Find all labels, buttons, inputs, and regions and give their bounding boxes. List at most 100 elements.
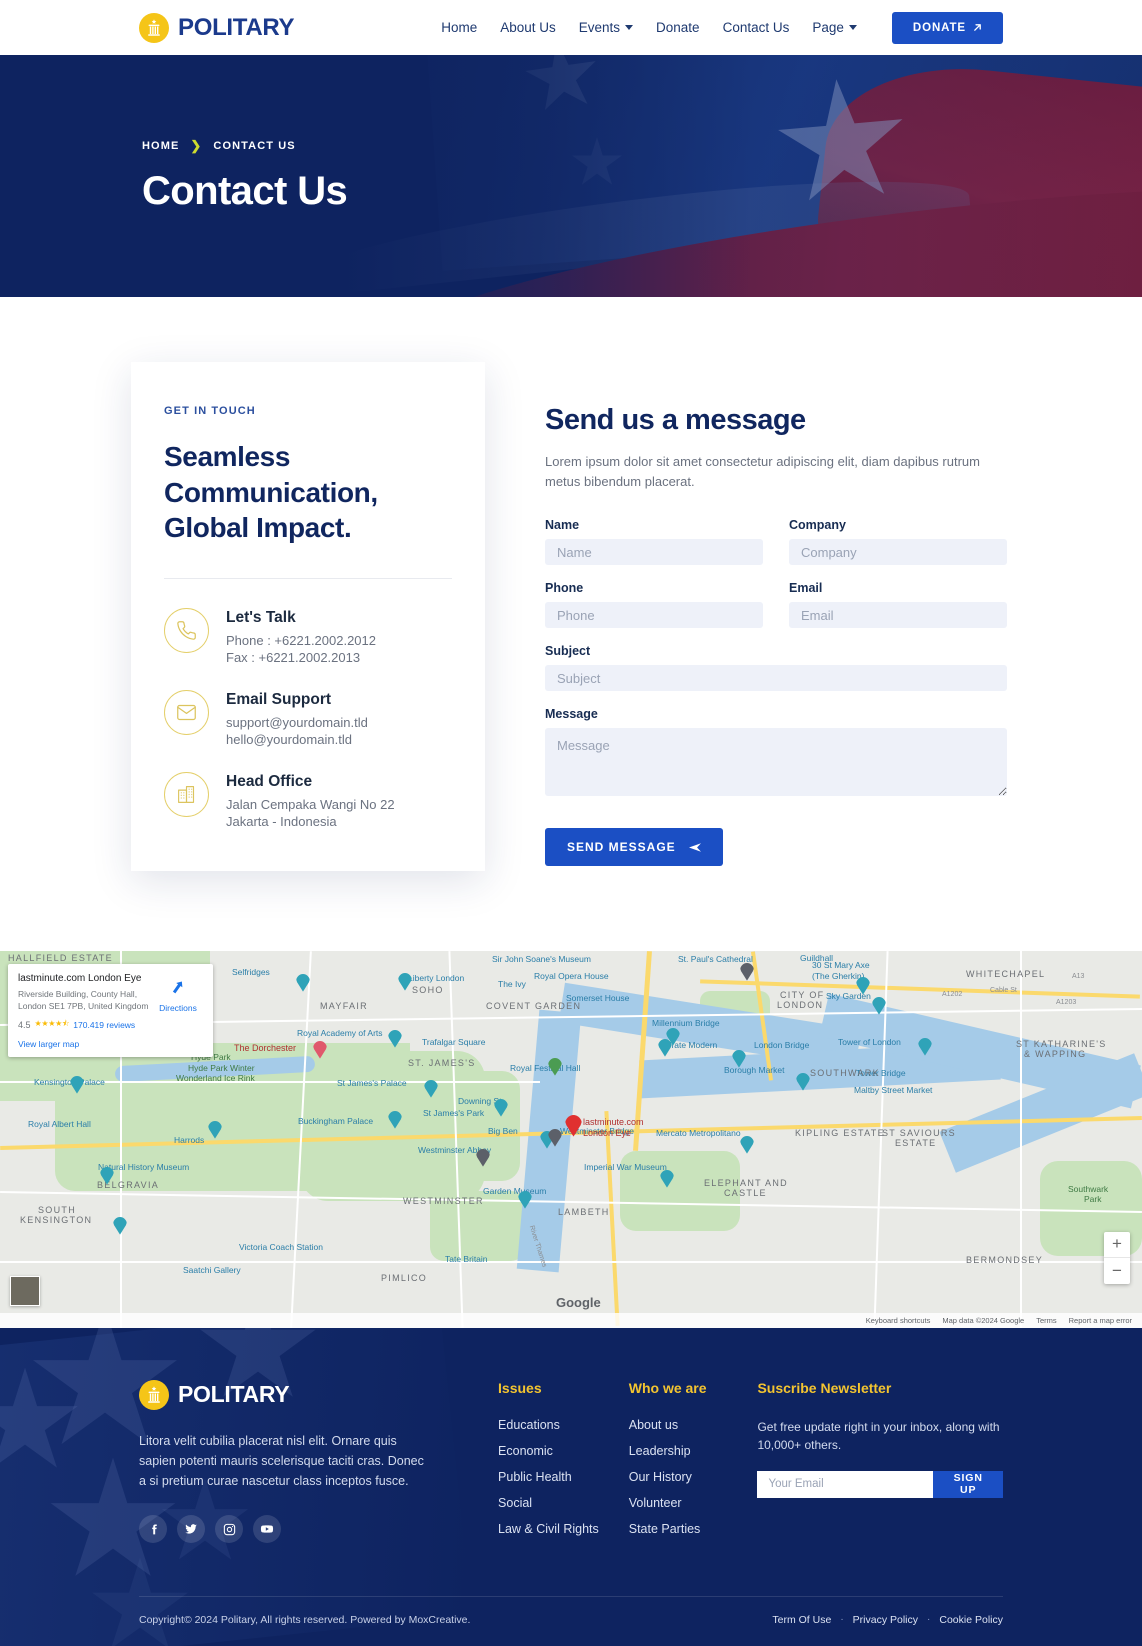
footer-link[interactable]: State Parties	[629, 1522, 758, 1536]
directions-button[interactable]: Directions	[155, 978, 201, 1013]
field-group-email: Email	[789, 581, 1007, 629]
map-label: LAMBETH	[558, 1206, 610, 1217]
nav-item-home[interactable]: Home	[441, 20, 477, 35]
newsletter-signup-button[interactable]: SIGN UP	[933, 1470, 1003, 1498]
zoom-in-button[interactable]: +	[1104, 1232, 1130, 1258]
map-marker-label: London Eye	[583, 1127, 632, 1138]
footer-column-heading: Who we are	[628, 1379, 707, 1396]
footer-link[interactable]: About us	[629, 1418, 758, 1432]
contact-info-line: Phone : +6221.2002.2012	[226, 632, 377, 648]
nav-item-donate[interactable]: Donate	[656, 20, 700, 35]
footer-brand-column: POLITARY Litora velit cubilia placerat n…	[139, 1379, 436, 1548]
map-label: Kensington Palace	[34, 1076, 105, 1087]
contact-form: Send us a message Lorem ipsum dolor sit …	[545, 362, 1007, 871]
newsletter-email-input[interactable]	[757, 1470, 934, 1498]
page-title: Contact Us	[142, 169, 348, 213]
message-textarea[interactable]	[545, 728, 1007, 797]
map-label: SOUTH	[38, 1204, 76, 1215]
view-larger-map-link[interactable]: View larger map	[18, 1039, 203, 1049]
map-label: CITY OF	[780, 989, 825, 1000]
map-label: ST KATHARINE'S	[1016, 1038, 1107, 1049]
legal-links: Term Of Use · Privacy Policy · Cookie Po…	[772, 1614, 1003, 1626]
twitter-icon[interactable]	[177, 1515, 205, 1544]
footer-brand[interactable]: POLITARY	[139, 1379, 436, 1410]
nav-item-about-us[interactable]: About Us	[500, 20, 556, 35]
map-label: St James's Palace	[337, 1077, 407, 1088]
cookie-policy-link[interactable]: Cookie Policy	[939, 1614, 1003, 1626]
contact-info-title: Let's Talk	[226, 608, 296, 626]
email-input[interactable]	[789, 602, 1007, 629]
footer-link[interactable]: Volunteer	[629, 1496, 758, 1510]
phone-input[interactable]	[545, 602, 763, 629]
page-root: POLITARY Home About Us Events Donate Con…	[0, 0, 1142, 1646]
contact-info-line: Jakarta - Indonesia	[226, 814, 337, 830]
location-map[interactable]: HALLFIELD ESTATE Selfridges Liberty Lond…	[0, 950, 1142, 1328]
map-label: CASTLE	[724, 1187, 767, 1198]
form-title: Send us a message	[545, 404, 806, 436]
map-label: & WAPPING	[1024, 1048, 1087, 1059]
footer-link[interactable]: Our History	[629, 1470, 758, 1484]
street-view-thumbnail[interactable]	[10, 1275, 40, 1306]
map-label: 30 St Mary Axe	[812, 959, 870, 970]
map-label: Tate Britain	[445, 1253, 488, 1264]
name-label: Name	[545, 518, 580, 533]
footer-brand-name: POLITARY	[178, 1381, 290, 1408]
breadcrumb-home[interactable]: HOME	[142, 140, 179, 152]
send-message-button[interactable]: SEND MESSAGE	[545, 828, 723, 867]
map-label: The Dorchester	[234, 1042, 297, 1053]
nav-label: Events	[578, 20, 621, 35]
brand-name: POLITARY	[178, 13, 295, 41]
footer-column-issues: Issues Educations Economic Public Health…	[498, 1380, 629, 1548]
contact-info-line[interactable]: support@yourdomain.tld	[226, 714, 368, 731]
name-input[interactable]	[545, 539, 763, 566]
rating-reviews[interactable]: 170.419 reviews	[73, 1020, 135, 1030]
footer-link[interactable]: Social	[498, 1496, 629, 1510]
header-brand[interactable]: POLITARY	[139, 12, 295, 43]
contact-section: GET IN TOUCH Seamless Communication, Glo…	[0, 297, 1142, 951]
site-header: POLITARY Home About Us Events Donate Con…	[0, 0, 1142, 55]
map-label: BERMONDSEY	[966, 1254, 1044, 1265]
contact-info-line: Jalan Cempaka Wangi No 22	[226, 797, 395, 813]
keyboard-shortcuts-link[interactable]: Keyboard shortcuts	[866, 1316, 931, 1325]
map-attribution: Keyboard shortcuts Map data ©2024 Google…	[0, 1312, 1142, 1328]
nav-item-contact-us[interactable]: Contact Us	[723, 20, 790, 35]
social-links	[139, 1515, 436, 1544]
footer-link[interactable]: Law & Civil Rights	[498, 1522, 629, 1536]
report-error-link[interactable]: Report a map error	[1069, 1316, 1132, 1325]
map-label: SOHO	[412, 984, 444, 995]
separator-dot: ·	[840, 1614, 844, 1626]
map-label: PIMLICO	[381, 1272, 428, 1283]
map-zoom-controls: + −	[1104, 1231, 1130, 1284]
map-label: Hyde Park Winter	[188, 1062, 255, 1073]
youtube-icon[interactable]	[253, 1515, 281, 1544]
phone-icon	[164, 607, 209, 653]
privacy-policy-link[interactable]: Privacy Policy	[853, 1614, 918, 1626]
footer-link[interactable]: Public Health	[498, 1470, 629, 1484]
footer-link[interactable]: Leadership	[629, 1444, 758, 1458]
map-label: St. Paul's Cathedral	[678, 953, 753, 964]
donate-button[interactable]: DONATE	[891, 11, 1003, 44]
map-label: Liberty London	[408, 972, 465, 983]
footer-column-heading: Issues	[498, 1379, 542, 1396]
map-label: Wonderland Ice Rink	[176, 1072, 255, 1083]
instagram-icon[interactable]	[215, 1515, 243, 1544]
newsletter-form: SIGN UP	[757, 1470, 1003, 1498]
term-of-use-link[interactable]: Term Of Use	[772, 1614, 831, 1626]
map-label: Park	[1084, 1193, 1102, 1204]
map-label: Imperial War Museum	[584, 1161, 667, 1172]
get-in-touch-card: GET IN TOUCH Seamless Communication, Glo…	[131, 362, 485, 871]
contact-info-line[interactable]: hello@yourdomain.tld	[226, 731, 368, 748]
subject-input[interactable]	[545, 665, 1007, 692]
map-label: LONDON	[777, 999, 824, 1010]
nav-item-events[interactable]: Events	[578, 20, 634, 35]
map-label: London Bridge	[754, 1039, 810, 1050]
footer-link[interactable]: Educations	[498, 1418, 629, 1432]
facebook-icon[interactable]	[139, 1515, 167, 1544]
footer-link[interactable]: Economic	[498, 1444, 629, 1458]
nav-item-page[interactable]: Page	[812, 20, 857, 35]
map-label: (The Gherkin)	[812, 970, 865, 981]
terms-link[interactable]: Terms	[1036, 1316, 1056, 1325]
zoom-out-button[interactable]: −	[1104, 1258, 1130, 1284]
company-input[interactable]	[789, 539, 1007, 566]
map-label: HALLFIELD ESTATE	[8, 952, 113, 963]
